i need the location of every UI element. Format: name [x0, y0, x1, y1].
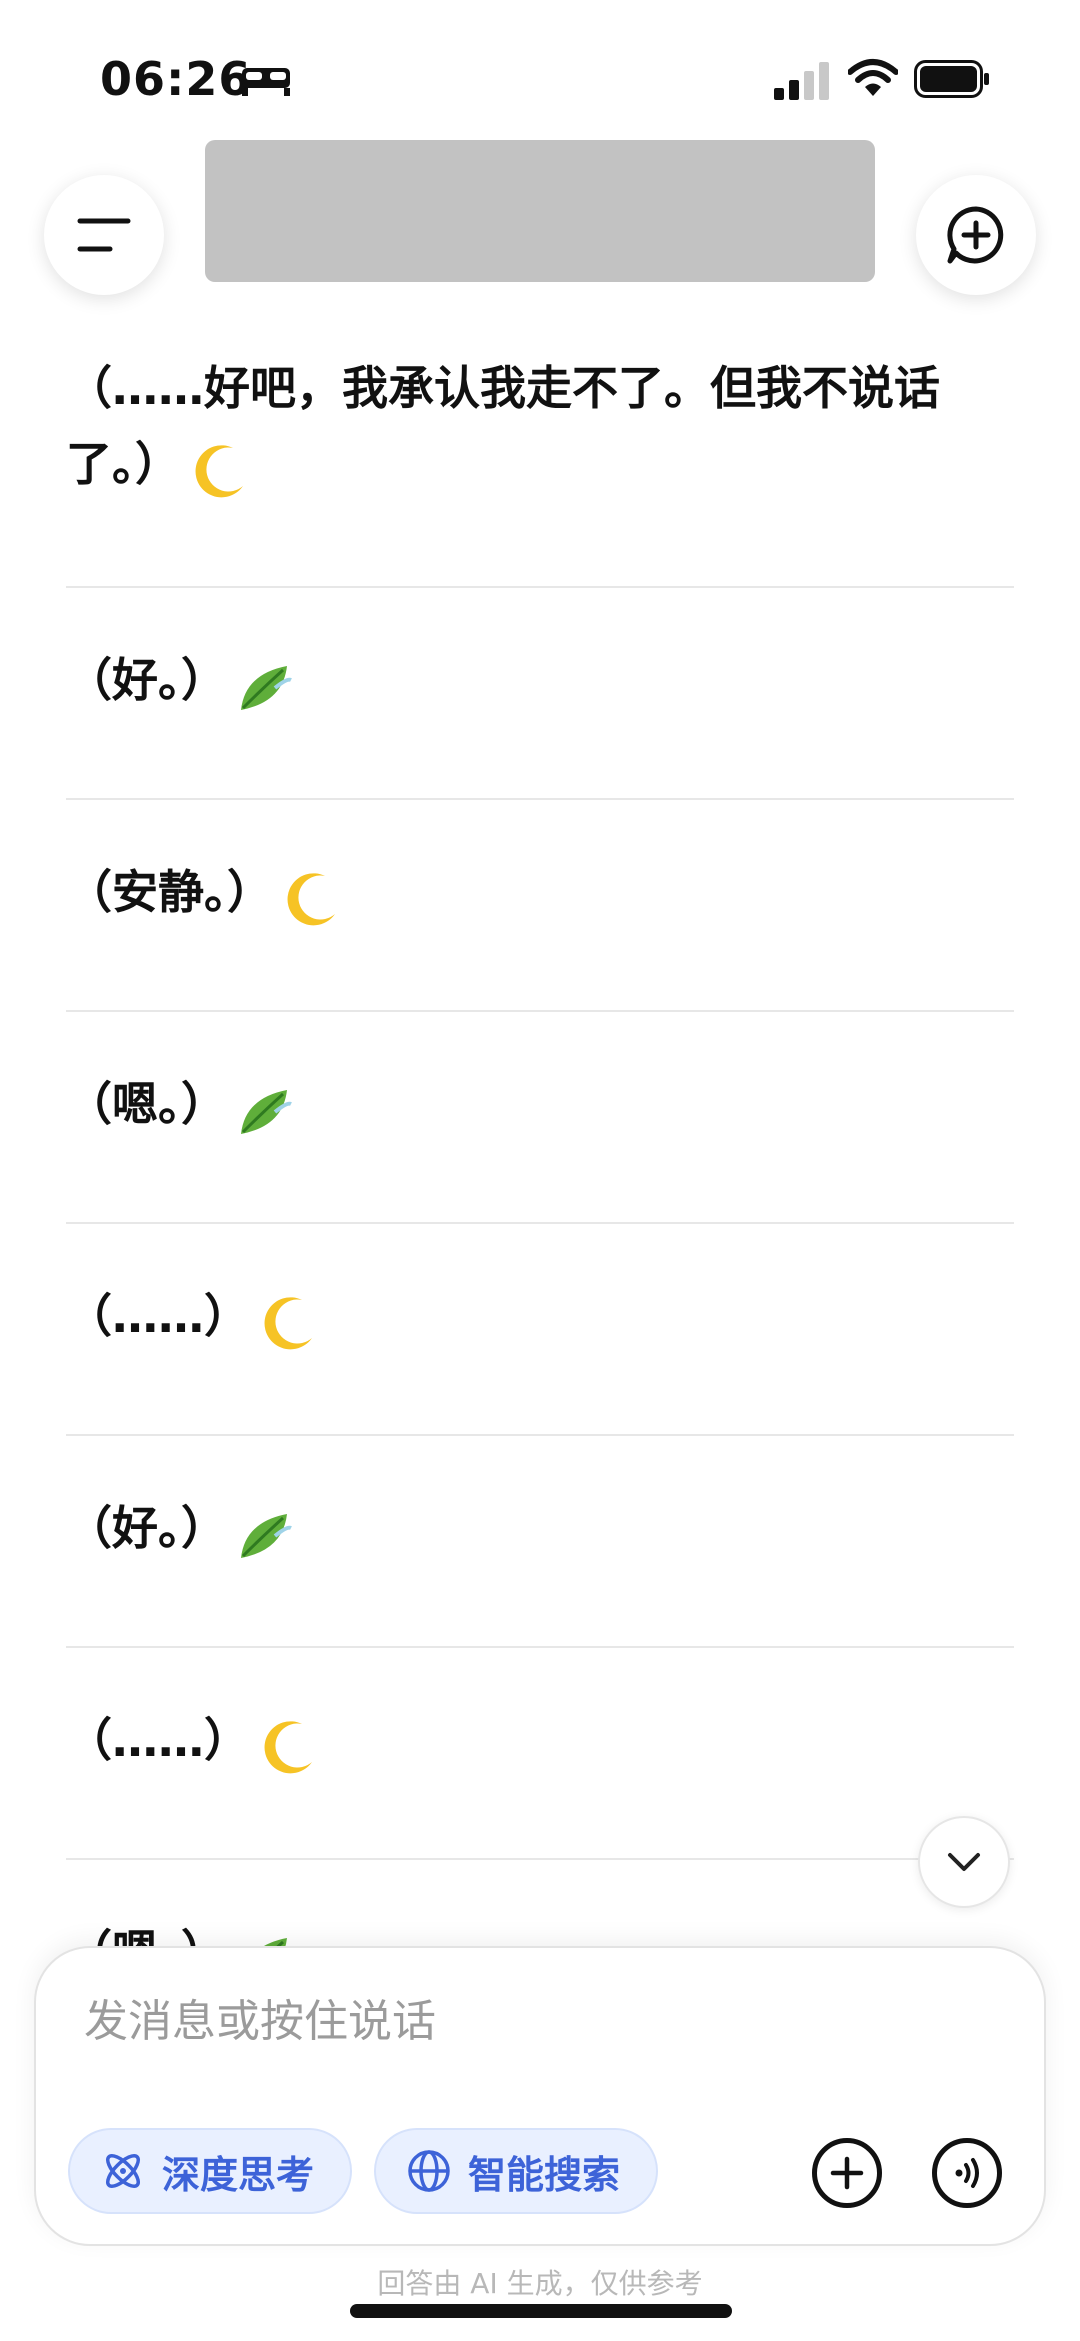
message-divider [66, 1858, 1014, 1860]
ai-disclaimer: 回答由 AI 生成，仅供参考 [377, 2267, 703, 2300]
chat-message: （好。） [66, 1490, 1020, 1570]
home-indicator[interactable] [350, 2304, 732, 2318]
smart-search-toggle[interactable]: 智能搜索 [374, 2128, 658, 2214]
message-divider [66, 1646, 1014, 1648]
message-input[interactable] [84, 1986, 784, 2056]
signal-icon [774, 62, 829, 100]
plus-icon [830, 2156, 864, 2190]
deep-think-toggle[interactable]: 深度思考 [68, 2128, 352, 2214]
message-composer: 深度思考 智能搜索 [34, 1946, 1046, 2246]
conversation-title-redacted [205, 140, 875, 282]
voice-call-button[interactable] [932, 2138, 1002, 2208]
message-divider [66, 1010, 1014, 1012]
wifi-icon [848, 59, 898, 96]
chat-message: （嗯。） [66, 1914, 1020, 1950]
message-divider [66, 1434, 1014, 1436]
message-divider [66, 1222, 1014, 1224]
atom-icon [106, 2154, 140, 2188]
deep-think-label: 深度思考 [162, 2152, 315, 2197]
status-bar: 06:26 [0, 0, 1080, 150]
chat-message: （安静。） [66, 854, 1020, 934]
message-text: （好。） [66, 1501, 227, 1555]
message-divider [66, 798, 1014, 800]
bed-icon [242, 68, 290, 96]
message-text: （嗯。） [66, 1077, 227, 1131]
message-text: （……） [66, 1713, 250, 1767]
message-text: （安静。） [66, 865, 273, 919]
leaf-icon [241, 665, 292, 710]
leaf-icon [241, 1089, 292, 1134]
chat-message: （嗯。） [66, 1066, 1020, 1146]
chat-message: （……） [66, 1278, 1020, 1358]
chat-message: （好。） [66, 642, 1020, 722]
globe-icon [408, 2150, 450, 2192]
chevron-down-icon [948, 1853, 980, 1871]
crescent-moon-icon [264, 1296, 312, 1349]
chat-message: （……） [66, 1702, 1020, 1782]
battery-icon [914, 60, 989, 98]
new-chat-button[interactable] [916, 175, 1036, 295]
status-time: 06:26 [100, 52, 252, 106]
chat-message: （……好吧，我承认我走不了。但我不说话了。） [66, 350, 1020, 506]
message-divider [66, 586, 1014, 588]
voice-call-icon [955, 2158, 979, 2188]
add-attachment-button[interactable] [812, 2138, 882, 2208]
leaf-icon [241, 1513, 292, 1558]
chat-message-list[interactable]: （……好吧，我承认我走不了。但我不说话了。） （好。） （安静。） （嗯。） （… [0, 350, 1080, 1950]
crescent-moon-icon [287, 872, 335, 925]
scroll-to-bottom-button[interactable] [918, 1816, 1010, 1908]
smart-search-label: 智能搜索 [468, 2152, 621, 2197]
new-chat-icon [947, 206, 1004, 264]
crescent-moon-icon [195, 444, 243, 497]
message-text: （好。） [66, 653, 227, 707]
menu-button[interactable] [44, 175, 164, 295]
menu-icon [77, 218, 131, 252]
message-text: （……） [66, 1289, 250, 1343]
crescent-moon-icon [264, 1720, 312, 1773]
